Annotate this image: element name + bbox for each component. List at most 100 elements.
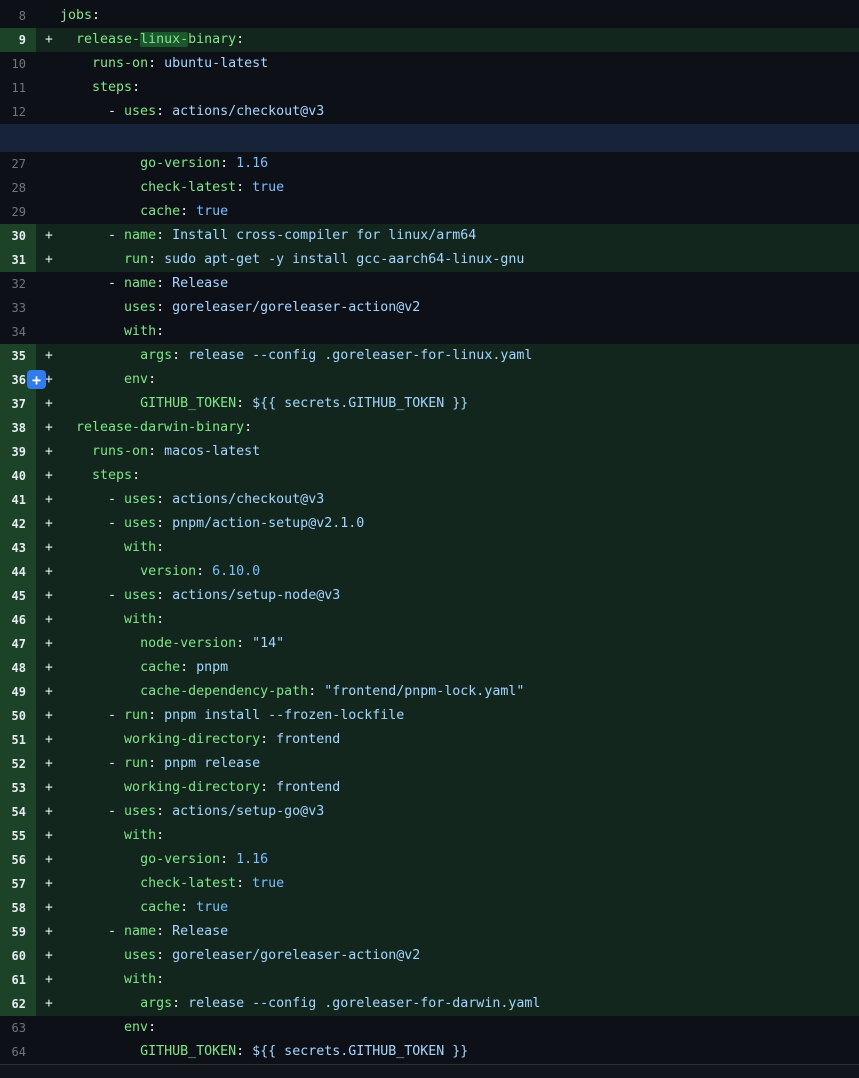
- line-number[interactable]: 54: [0, 800, 36, 824]
- code-line: check-latest: true: [60, 176, 859, 200]
- code-line: GITHUB_TOKEN: ${{ secrets.GITHUB_TOKEN }…: [60, 392, 859, 416]
- code-token: GITHUB_TOKEN: [140, 1044, 236, 1059]
- line-number[interactable]: 60: [0, 944, 36, 968]
- code-token: :: [156, 492, 164, 507]
- code-token: :: [180, 660, 188, 675]
- diff-marker: +: [36, 944, 60, 968]
- diff-marker: +: [36, 440, 60, 464]
- code-line: - run: pnpm release: [60, 752, 859, 776]
- code-token: [60, 444, 92, 459]
- line-number[interactable]: 55: [0, 824, 36, 848]
- line-number[interactable]: 64: [0, 1040, 36, 1064]
- line-number[interactable]: 41: [0, 488, 36, 512]
- diff-row-31: 31+ run: sudo apt-get -y install gcc-aar…: [0, 248, 859, 272]
- code-token: working-directory: [124, 780, 260, 795]
- diff-row-43: 43+ with:: [0, 536, 859, 560]
- line-number[interactable]: 46: [0, 608, 36, 632]
- add-comment-button[interactable]: +: [27, 370, 46, 389]
- line-number[interactable]: 56: [0, 848, 36, 872]
- diff-row-58: 58+ cache: true: [0, 896, 859, 920]
- line-number[interactable]: 51: [0, 728, 36, 752]
- diff-row-42: 42+ - uses: pnpm/action-setup@v2.1.0: [0, 512, 859, 536]
- code-token: [60, 372, 124, 387]
- code-token: 1.16: [228, 852, 268, 867]
- code-token: [60, 876, 140, 891]
- line-number[interactable]: 59: [0, 920, 36, 944]
- line-number[interactable]: 38: [0, 416, 36, 440]
- line-number[interactable]: 47: [0, 632, 36, 656]
- line-number[interactable]: 52: [0, 752, 36, 776]
- line-number[interactable]: 63: [0, 1016, 36, 1040]
- line-number[interactable]: 31: [0, 248, 36, 272]
- code-token: :: [148, 1020, 156, 1035]
- line-number[interactable]: 58: [0, 896, 36, 920]
- diff-row-39: 39+ runs-on: macos-latest: [0, 440, 859, 464]
- line-number[interactable]: 11: [0, 76, 36, 100]
- code-line: with:: [60, 320, 859, 344]
- line-number[interactable]: 42: [0, 512, 36, 536]
- line-number[interactable]: 40: [0, 464, 36, 488]
- code-token: -: [60, 276, 124, 291]
- line-number[interactable]: 49: [0, 680, 36, 704]
- code-token: [60, 252, 124, 267]
- diff-marker: +: [36, 632, 60, 656]
- diff-rows: 8jobs:9+ release-linux-binary:10 runs-on…: [0, 4, 859, 1064]
- line-number[interactable]: 10: [0, 52, 36, 76]
- line-number[interactable]: 35: [0, 344, 36, 368]
- code-token: runs-on: [92, 444, 148, 459]
- diff-marker: +: [36, 416, 60, 440]
- expand-hunk-row[interactable]: [0, 124, 859, 152]
- diff-marker: +: [36, 584, 60, 608]
- line-number[interactable]: 44: [0, 560, 36, 584]
- line-number[interactable]: 27: [0, 152, 36, 176]
- line-number[interactable]: 28: [0, 176, 36, 200]
- code-token: [60, 396, 140, 411]
- code-token: :: [156, 276, 164, 291]
- code-token: [60, 420, 76, 435]
- line-number[interactable]: 9: [0, 28, 36, 52]
- code-line: args: release --config .goreleaser-for-l…: [60, 344, 859, 368]
- code-token: :: [132, 80, 140, 95]
- line-number[interactable]: 8: [0, 4, 36, 28]
- code-token: release --config .goreleaser-for-linux.y…: [180, 348, 532, 363]
- line-number[interactable]: 12: [0, 100, 36, 124]
- code-token: name: [124, 924, 156, 939]
- code-token: go-version: [140, 156, 220, 171]
- diff-marker: +: [36, 656, 60, 680]
- diff-marker: +: [36, 800, 60, 824]
- line-number[interactable]: 37: [0, 392, 36, 416]
- line-number[interactable]: 34: [0, 320, 36, 344]
- code-token: :: [148, 444, 156, 459]
- code-line: - name: Release: [60, 920, 859, 944]
- line-number[interactable]: 30: [0, 224, 36, 248]
- line-number[interactable]: 43: [0, 536, 36, 560]
- code-line: steps:: [60, 464, 859, 488]
- code-token: :: [236, 396, 244, 411]
- line-number[interactable]: 45: [0, 584, 36, 608]
- code-token: :: [156, 828, 164, 843]
- code-token: actions/checkout@v3: [164, 104, 324, 119]
- line-number[interactable]: 50: [0, 704, 36, 728]
- code-token: node-version: [140, 636, 236, 651]
- line-number[interactable]: 39: [0, 440, 36, 464]
- diff-marker: +: [36, 824, 60, 848]
- line-number[interactable]: 32: [0, 272, 36, 296]
- code-token: :: [180, 900, 188, 915]
- line-number[interactable]: 33: [0, 296, 36, 320]
- diff-row-62: 62+ args: release --config .goreleaser-f…: [0, 992, 859, 1016]
- code-line: - uses: actions/checkout@v3: [60, 488, 859, 512]
- diff-marker: +: [36, 680, 60, 704]
- code-token: [60, 996, 140, 1011]
- code-token: actions/checkout@v3: [164, 492, 324, 507]
- code-token: 6.10.0: [204, 564, 260, 579]
- line-number[interactable]: 48: [0, 656, 36, 680]
- line-number[interactable]: 61: [0, 968, 36, 992]
- line-number[interactable]: 62: [0, 992, 36, 1016]
- code-token: GITHUB_TOKEN: [140, 396, 236, 411]
- code-line: env:: [60, 368, 859, 392]
- code-token: uses: [124, 588, 156, 603]
- line-number[interactable]: 53: [0, 776, 36, 800]
- line-number[interactable]: 57: [0, 872, 36, 896]
- line-number[interactable]: 29: [0, 200, 36, 224]
- code-token: :: [236, 32, 244, 47]
